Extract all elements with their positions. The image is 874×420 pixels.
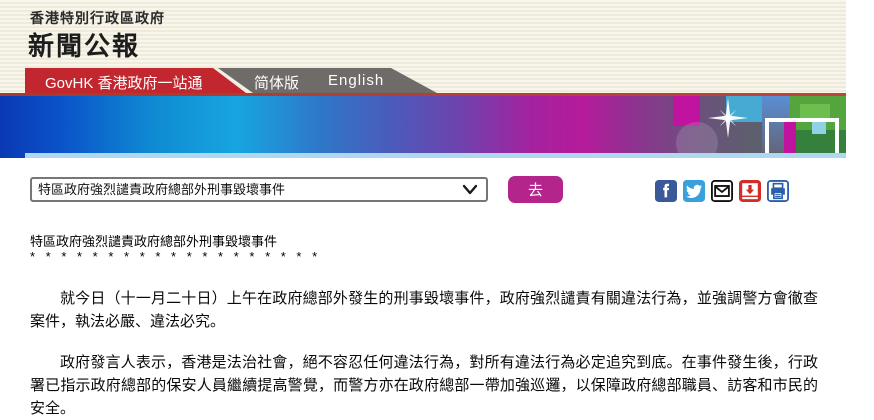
tab-simplified-chinese[interactable]: 简体版 xyxy=(254,72,299,93)
article-separator: * * * * * * * * * * * * * * * * * * * xyxy=(30,249,317,264)
government-name: 香港特別行政區政府 xyxy=(30,8,165,28)
page: 香港特別行政區政府 新聞公報 GovHK 香港政府一站通 简体版 English… xyxy=(0,0,874,420)
banner-bottom-strip xyxy=(25,153,846,158)
banner-decoration-inner-magenta-bar xyxy=(784,122,796,154)
banner-decoration-square-outline xyxy=(765,118,839,158)
facebook-share-icon[interactable] xyxy=(655,180,677,202)
save-share-icon[interactable] xyxy=(739,180,761,202)
print-share-icon[interactable] xyxy=(767,180,789,202)
tab-english[interactable]: English xyxy=(328,72,384,89)
tab-govhk-label: GovHK 香港政府一站通 xyxy=(45,72,203,93)
article-paragraph: 政府發言人表示，香港是法治社會，絕不容忍任何違法行為，對所有違法行為必定追究到底… xyxy=(30,351,818,420)
article-title: 特區政府強烈譴責政府總部外刑事毀壞事件 xyxy=(30,231,277,250)
article-paragraph: 就今日（十一月二十日）上午在政府總部外發生的刑事毀壞事件，政府強烈譴責有關違法行… xyxy=(30,287,818,333)
twitter-share-icon[interactable] xyxy=(683,180,705,202)
go-button[interactable]: 去 xyxy=(508,176,563,203)
share-toolbar xyxy=(655,180,789,202)
banner-decoration-inner-cyan-square xyxy=(812,122,826,134)
press-release-select[interactable]: 特區政府強烈譴責政府總部外刑事毀壞事件 xyxy=(30,177,488,202)
banner-graphic xyxy=(0,96,846,158)
page-title: 新聞公報 xyxy=(28,26,140,63)
sparkle-icon xyxy=(708,98,748,138)
tab-govhk[interactable]: GovHK 香港政府一站通 xyxy=(25,68,246,93)
email-share-icon[interactable] xyxy=(711,180,733,202)
